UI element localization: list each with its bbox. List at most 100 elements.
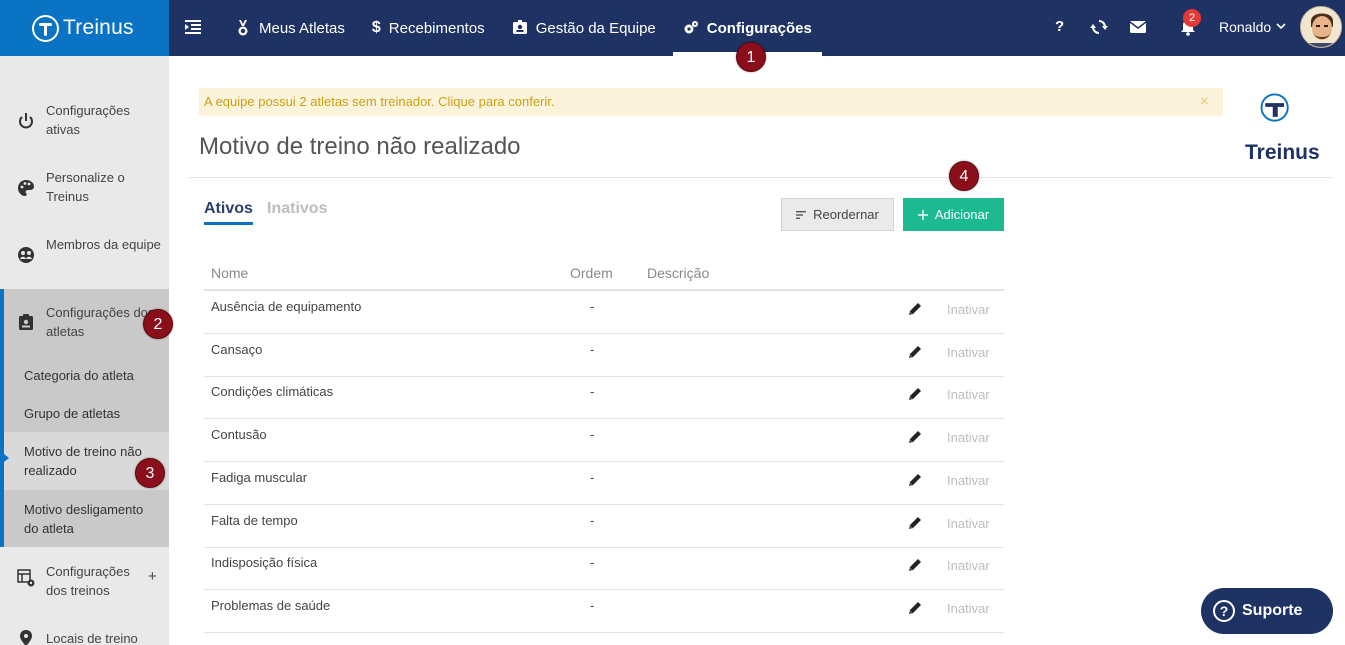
pencil-icon[interactable] bbox=[907, 429, 923, 445]
cell-order: - bbox=[590, 341, 595, 357]
page-title: Motivo de treino não realizado bbox=[199, 133, 521, 160]
sidebar-item-configuracoes-treinos[interactable]: Configurações dos treinos + bbox=[0, 553, 169, 605]
alert-banner[interactable]: A equipe possui 2 atletas sem treinador.… bbox=[199, 88, 1223, 116]
close-icon[interactable]: × bbox=[1200, 88, 1209, 116]
pencil-icon[interactable] bbox=[907, 344, 923, 360]
collapse-menu-icon[interactable] bbox=[185, 19, 201, 35]
table-row: Fadiga muscular - Inativar bbox=[204, 462, 1004, 505]
expand-plus-icon[interactable]: + bbox=[148, 568, 157, 585]
sidebar-item-label: Personalize o Treinus bbox=[46, 170, 125, 204]
avatar-image bbox=[1301, 7, 1341, 47]
pencil-icon[interactable] bbox=[907, 386, 923, 402]
dollar-icon: $ bbox=[371, 19, 381, 36]
sidebar-item-label: Configurações ativas bbox=[46, 103, 130, 137]
badge-icon bbox=[19, 314, 33, 330]
deactivate-link[interactable]: Inativar bbox=[947, 601, 990, 616]
reorder-button[interactable]: Reordernar bbox=[781, 198, 894, 231]
deactivate-link[interactable]: Inativar bbox=[947, 430, 990, 445]
cell-name: Fadiga muscular bbox=[211, 469, 308, 485]
cell-name: Ausência de equipamento bbox=[211, 299, 362, 314]
notification-badge: 2 bbox=[1183, 9, 1201, 27]
power-icon bbox=[19, 113, 33, 129]
cell-order: - bbox=[590, 299, 595, 314]
add-button-label: Adicionar bbox=[934, 207, 990, 222]
column-header-name[interactable]: Nome bbox=[211, 265, 248, 281]
table-row: Contusão - Inativar bbox=[204, 419, 1004, 463]
step-marker-4: 4 bbox=[949, 161, 979, 191]
add-button[interactable]: Adicionar bbox=[903, 198, 1004, 231]
deactivate-link[interactable]: Inativar bbox=[947, 558, 990, 573]
cell-order: - bbox=[590, 597, 595, 613]
sidebar-subitem-categoria[interactable]: Categoria do atleta bbox=[24, 366, 159, 385]
location-pin-icon bbox=[20, 630, 32, 645]
sidebar-item-personalize[interactable]: Personalize o Treinus bbox=[0, 158, 169, 216]
cell-name: Contusão bbox=[211, 427, 267, 443]
support-button-label: Suporte bbox=[1242, 602, 1303, 619]
header-divider bbox=[189, 177, 1333, 178]
deactivate-link[interactable]: Inativar bbox=[947, 516, 990, 531]
alert-text: A equipe possui 2 atletas sem treinador.… bbox=[204, 94, 555, 109]
nav-item-label: Meus Atletas bbox=[259, 19, 345, 37]
sidebar-subitem-grupo[interactable]: Grupo de atletas bbox=[24, 404, 159, 423]
nav-item-label: Configurações bbox=[706, 19, 812, 37]
help-icon[interactable]: ? bbox=[1055, 18, 1073, 36]
pencil-icon[interactable] bbox=[907, 301, 923, 317]
sidebar-item-configuracoes-ativas[interactable]: Configurações ativas bbox=[0, 91, 169, 149]
tab-ativos[interactable]: Ativos bbox=[204, 200, 253, 225]
step-marker-1: 1 bbox=[736, 42, 766, 72]
pencil-icon[interactable] bbox=[907, 515, 923, 531]
step-marker-3: 3 bbox=[135, 458, 165, 488]
top-navigation-bar: Treinus Meus Atletas $ Recebimentos Gest… bbox=[0, 0, 1345, 56]
deactivate-link[interactable]: Inativar bbox=[947, 473, 990, 488]
brand-name: Treinus bbox=[1245, 141, 1320, 164]
pencil-icon[interactable] bbox=[907, 557, 923, 573]
sidebar-item-label: Configurações dos treinos bbox=[46, 564, 130, 598]
sidebar-item-locais[interactable]: Locais de treino bbox=[0, 621, 169, 645]
nav-item-label: Gestão da Equipe bbox=[535, 19, 656, 37]
tab-inativos[interactable]: Inativos bbox=[267, 200, 327, 218]
pencil-icon[interactable] bbox=[907, 600, 923, 616]
chevron-down-icon[interactable] bbox=[1276, 21, 1286, 31]
column-header-description[interactable]: Descrição bbox=[647, 265, 709, 281]
sidebar-item-membros[interactable]: Membros da equipe bbox=[0, 225, 169, 283]
gears-icon bbox=[684, 21, 698, 34]
user-name[interactable]: Ronaldo bbox=[1219, 19, 1271, 35]
table-row: Ausência de equipamento - Inativar bbox=[204, 291, 1004, 334]
cell-name: Problemas de saúde bbox=[211, 597, 331, 613]
table-row: Indisposição física - Inativar bbox=[204, 547, 1004, 591]
column-header-order[interactable]: Ordem bbox=[570, 265, 613, 281]
table-row: Condições climáticas - Inativar bbox=[204, 376, 1004, 420]
deactivate-link[interactable]: Inativar bbox=[947, 387, 990, 402]
table-row: Problemas de saúde - Inativar bbox=[204, 590, 1004, 633]
nav-item-label: Recebimentos bbox=[388, 19, 485, 37]
cell-order: - bbox=[590, 555, 595, 571]
deactivate-link[interactable]: Inativar bbox=[947, 302, 990, 317]
sync-icon[interactable] bbox=[1090, 18, 1108, 36]
support-button[interactable]: ? Suporte bbox=[1201, 588, 1333, 634]
table-row: Falta de tempo - Inativar bbox=[204, 505, 1004, 548]
mail-icon[interactable] bbox=[1129, 18, 1147, 36]
sidebar-item-label: Membros da equipe bbox=[46, 237, 161, 252]
sort-lines-icon bbox=[796, 210, 807, 219]
treinus-brand-logo bbox=[1260, 93, 1289, 122]
cell-order: - bbox=[590, 469, 595, 485]
sidebar-subitem-motivo-desligamento[interactable]: Motivo desligamento do atleta bbox=[24, 500, 159, 538]
sidebar-item-label: Locais de treino bbox=[46, 631, 138, 645]
cell-name: Condições climáticas bbox=[211, 384, 334, 400]
grid-gear-icon bbox=[17, 569, 35, 587]
active-item-pointer bbox=[0, 451, 9, 465]
plus-icon bbox=[917, 209, 928, 220]
medal-icon bbox=[238, 20, 248, 36]
team-icon bbox=[18, 247, 34, 263]
palette-icon bbox=[18, 180, 34, 196]
cell-name: Falta de tempo bbox=[211, 512, 298, 528]
user-avatar[interactable] bbox=[1300, 6, 1342, 48]
app-logo[interactable]: Treinus bbox=[0, 0, 169, 56]
nav-item-meus-atletas[interactable]: Meus Atletas bbox=[225, 0, 355, 56]
nav-item-recebimentos[interactable]: $ Recebimentos bbox=[362, 0, 495, 56]
help-circle-icon: ? bbox=[1213, 600, 1235, 622]
pencil-icon[interactable] bbox=[907, 472, 923, 488]
nav-item-gestao-equipe[interactable]: Gestão da Equipe bbox=[502, 0, 666, 56]
deactivate-link[interactable]: Inativar bbox=[947, 345, 990, 360]
table-row: Cansaço - Inativar bbox=[204, 334, 1004, 377]
